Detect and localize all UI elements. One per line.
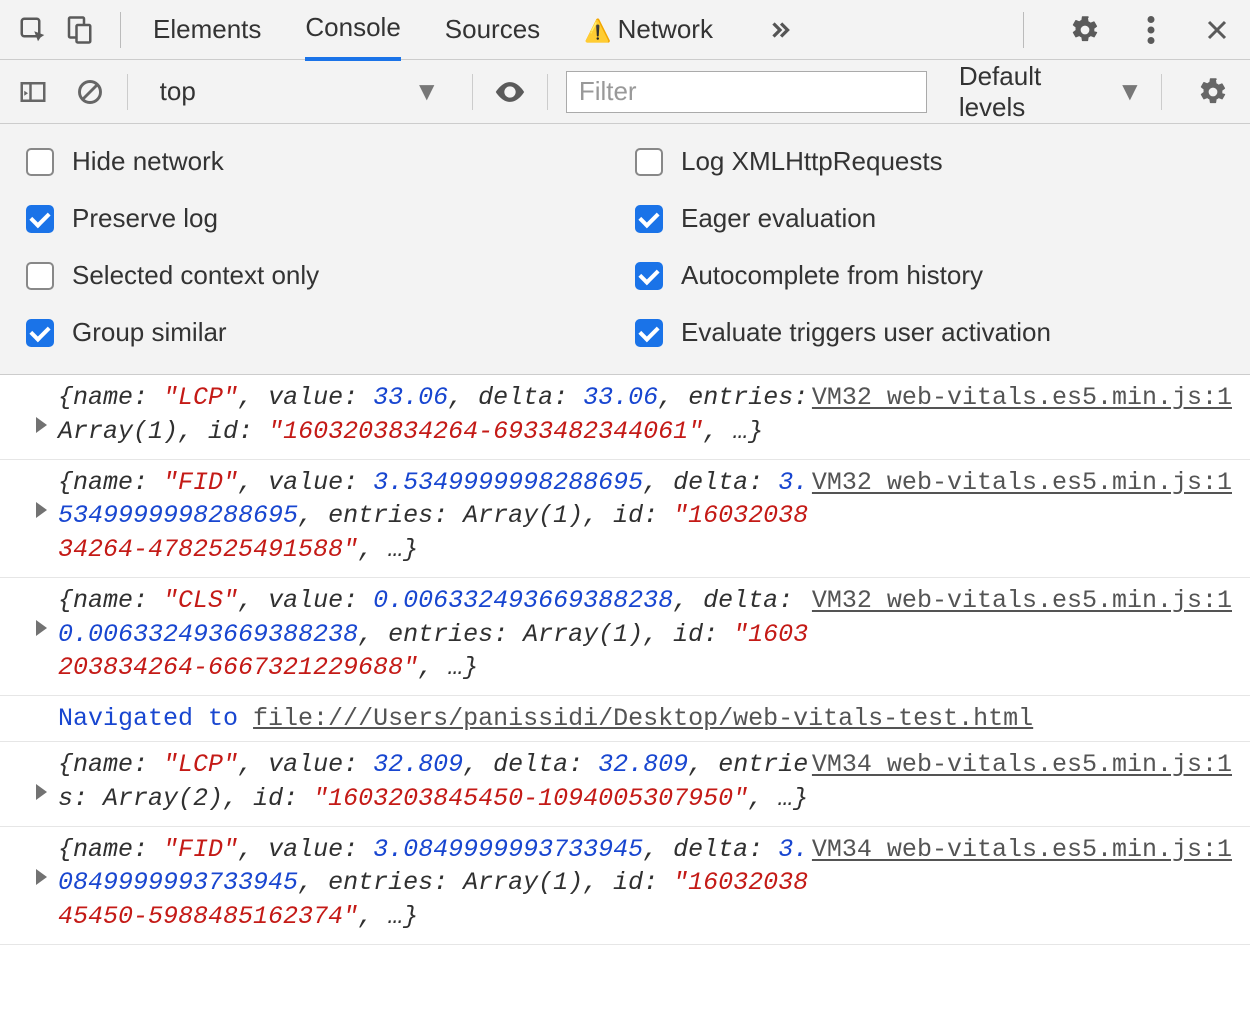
panel-tabs: Elements Console Sources ⚠️ Network: [153, 0, 803, 61]
console-log-entry[interactable]: VM34 web-vitals.es5.min.js:1{name: "LCP"…: [0, 742, 1250, 827]
log-source-link[interactable]: VM32 web-vitals.es5.min.js:1: [812, 584, 1232, 618]
checkbox-autocomplete-from-history[interactable]: Autocomplete from history: [635, 260, 1224, 291]
inspect-element-icon[interactable]: [10, 7, 56, 53]
checkbox-label: Hide network: [72, 146, 224, 177]
checkbox-icon[interactable]: [26, 205, 54, 233]
navigation-url[interactable]: file:///Users/panissidi/Desktop/web-vita…: [253, 704, 1033, 733]
more-tabs-icon[interactable]: [757, 7, 803, 53]
log-source-link[interactable]: VM32 web-vitals.es5.min.js:1: [812, 466, 1232, 500]
close-icon[interactable]: [1194, 7, 1240, 53]
log-source-link[interactable]: VM34 web-vitals.es5.min.js:1: [812, 748, 1232, 782]
checkbox-preserve-log[interactable]: Preserve log: [26, 203, 615, 234]
devtools-tab-bar: Elements Console Sources ⚠️ Network: [0, 0, 1250, 60]
toggle-sidebar-icon[interactable]: [14, 72, 52, 112]
checkbox-icon[interactable]: [26, 262, 54, 290]
tab-network[interactable]: ⚠️ Network: [584, 0, 713, 59]
live-expression-icon[interactable]: [491, 72, 529, 112]
separator: [127, 74, 128, 110]
checkbox-eager-evaluation[interactable]: Eager evaluation: [635, 203, 1224, 234]
settings-gear-icon[interactable]: [1062, 7, 1108, 53]
checkbox-label: Log XMLHttpRequests: [681, 146, 943, 177]
console-log-entry[interactable]: VM32 web-vitals.es5.min.js:1{name: "CLS"…: [0, 578, 1250, 696]
disclosure-triangle-icon[interactable]: [36, 417, 47, 433]
log-source-link[interactable]: VM32 web-vitals.es5.min.js:1: [812, 381, 1232, 415]
device-toolbar-icon[interactable]: [56, 7, 102, 53]
checkbox-icon[interactable]: [635, 319, 663, 347]
separator: [1023, 12, 1024, 48]
console-log-entry[interactable]: VM34 web-vitals.es5.min.js:1{name: "FID"…: [0, 827, 1250, 945]
clear-console-icon[interactable]: [70, 72, 108, 112]
context-value: top: [160, 76, 196, 107]
console-log-area: VM32 web-vitals.es5.min.js:1{name: "LCP"…: [0, 375, 1250, 945]
tab-console[interactable]: Console: [305, 0, 400, 61]
separator: [120, 12, 121, 48]
checkbox-label: Autocomplete from history: [681, 260, 983, 291]
console-log-entry[interactable]: VM32 web-vitals.es5.min.js:1{name: "FID"…: [0, 460, 1250, 578]
dropdown-caret-icon: ▼: [414, 76, 440, 107]
checkbox-icon[interactable]: [635, 262, 663, 290]
console-settings-panel: Hide network Log XMLHttpRequests Preserve …: [0, 124, 1250, 375]
disclosure-triangle-icon[interactable]: [36, 620, 47, 636]
tab-network-label: Network: [618, 14, 713, 44]
disclosure-triangle-icon[interactable]: [36, 502, 47, 518]
checkbox-icon[interactable]: [26, 148, 54, 176]
separator: [472, 74, 473, 110]
warning-icon: ⚠️: [584, 18, 611, 43]
checkbox-group-similar[interactable]: Group similar: [26, 317, 615, 348]
checkbox-label: Selected context only: [72, 260, 319, 291]
checkbox-label: Group similar: [72, 317, 227, 348]
checkbox-selected-context-only[interactable]: Selected context only: [26, 260, 615, 291]
separator: [1161, 74, 1162, 110]
levels-label: Default levels: [959, 61, 1107, 123]
filter-input[interactable]: [566, 71, 927, 113]
log-source-link[interactable]: VM34 web-vitals.es5.min.js:1: [812, 833, 1232, 867]
console-settings-gear-icon[interactable]: [1194, 72, 1232, 112]
checkbox-icon[interactable]: [26, 319, 54, 347]
console-log-entry[interactable]: VM32 web-vitals.es5.min.js:1{name: "LCP"…: [0, 375, 1250, 460]
tab-sources[interactable]: Sources: [445, 0, 540, 59]
console-toolbar: top ▼ Default levels ▼: [0, 60, 1250, 124]
log-levels-selector[interactable]: Default levels ▼: [959, 61, 1143, 123]
checkbox-label: Evaluate triggers user activation: [681, 317, 1051, 348]
separator: [547, 74, 548, 110]
navigation-message: Navigated to file:///Users/panissidi/Des…: [0, 696, 1250, 742]
tab-elements[interactable]: Elements: [153, 0, 261, 59]
dropdown-caret-icon: ▼: [1117, 76, 1143, 107]
kebab-menu-icon[interactable]: [1128, 7, 1174, 53]
checkbox-label: Eager evaluation: [681, 203, 876, 234]
disclosure-triangle-icon[interactable]: [36, 784, 47, 800]
checkbox-hide-network[interactable]: Hide network: [26, 146, 615, 177]
checkbox-label: Preserve log: [72, 203, 218, 234]
checkbox-icon[interactable]: [635, 148, 663, 176]
disclosure-triangle-icon[interactable]: [36, 869, 47, 885]
checkbox-icon[interactable]: [635, 205, 663, 233]
checkbox-evaluate-triggers-user-activation[interactable]: Evaluate triggers user activation: [635, 317, 1224, 348]
checkbox-log-xmlhttprequests[interactable]: Log XMLHttpRequests: [635, 146, 1224, 177]
context-selector[interactable]: top ▼: [146, 72, 454, 112]
